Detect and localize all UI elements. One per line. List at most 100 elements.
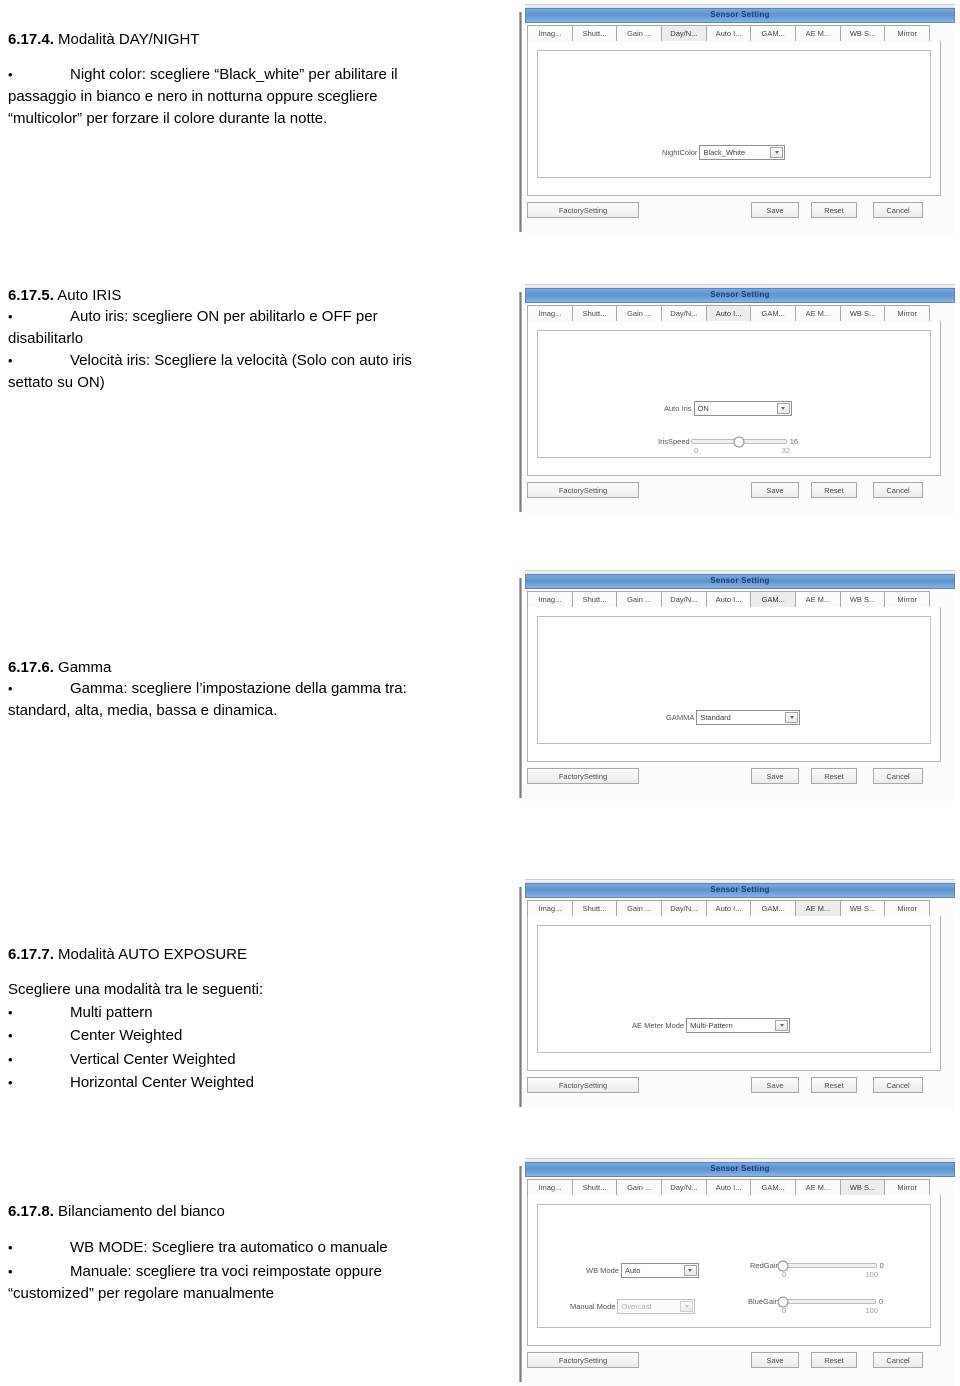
chevron-down-icon[interactable] [680,1301,694,1312]
tab-auto-iris[interactable]: Auto I... [705,305,752,322]
reset-button[interactable]: Reset [811,1352,857,1368]
cancel-button[interactable]: Cancel [873,768,923,784]
tab-auto-iris[interactable]: Auto I... [705,591,752,608]
bullet-icon [8,1260,70,1283]
save-button[interactable]: Save [751,768,799,784]
tab-shutter[interactable]: Shutt... [571,591,618,608]
section-heading: 6.17.4. Modalità DAY/NIGHT [8,30,508,50]
tab-wb-setting[interactable]: WB S... [839,305,886,322]
tab-day-night[interactable]: Day/N... [661,25,707,42]
bullet-icon [8,1024,70,1047]
save-button[interactable]: Save [751,202,799,218]
slider-track[interactable] [777,1296,876,1307]
tab-gain[interactable]: Gain ... [616,900,663,917]
tab-shutter[interactable]: Shutt... [571,900,618,917]
tab-wb-setting[interactable]: WB S... [839,1179,886,1196]
tab-image[interactable]: Imag... [527,305,573,322]
save-button[interactable]: Save [751,482,799,498]
paragraph-line: “customized” per regolare manualmente [8,1284,274,1302]
tab-gamma[interactable]: GAM... [750,25,797,42]
chevron-down-icon[interactable] [775,1020,789,1031]
tab-gain[interactable]: Gain ... [616,1179,663,1196]
tab-gain[interactable]: Gain ... [616,591,663,608]
tab-ae-meter[interactable]: AE M... [795,1179,841,1196]
tab-bar: Imag... Shutt... Gain ... Day/N... Auto … [527,591,931,608]
chevron-down-icon[interactable] [776,403,790,414]
tab-wb-setting[interactable]: WB S... [839,900,886,917]
factory-setting-button[interactable]: FactorySetting [527,768,639,784]
reset-button[interactable]: Reset [811,768,857,784]
tab-gamma[interactable]: GAM... [750,305,797,322]
tab-image[interactable]: Imag... [527,591,573,608]
section-day-night: 6.17.4. Modalità DAY/NIGHT Night color: … [8,30,508,130]
tab-day-night[interactable]: Day/N... [661,591,707,608]
tab-auto-iris[interactable]: Auto I... [705,1179,752,1196]
tab-wb-setting[interactable]: WB S... [839,25,886,42]
tab-mirror[interactable]: Mirror [884,591,931,608]
settings-groupbox: WB Mode Auto Manual Mode Overcast RedGai… [537,1204,931,1328]
tab-gamma[interactable]: GAM... [750,591,797,608]
tab-day-night[interactable]: Day/N... [661,305,707,322]
cancel-button[interactable]: Cancel [873,1352,923,1368]
tab-gamma[interactable]: GAM... [750,1179,797,1196]
cancel-button[interactable]: Cancel [873,202,923,218]
tab-auto-iris[interactable]: Auto I... [705,900,752,917]
tab-shutter[interactable]: Shutt... [571,25,618,42]
cancel-button[interactable]: Cancel [873,482,923,498]
tab-mirror[interactable]: Mirror [884,1179,931,1196]
red-gain-slider: RedGain 0 0 100 [750,1260,910,1279]
reset-button[interactable]: Reset [811,1077,857,1093]
tab-ae-meter[interactable]: AE M... [795,25,841,42]
chevron-down-icon[interactable] [770,147,784,158]
chevron-down-icon[interactable] [785,712,799,723]
ae-meter-mode-combo[interactable]: Multi-Pattern [686,1018,791,1033]
tab-image[interactable]: Imag... [527,900,573,917]
night-color-combo[interactable]: Black_White [699,145,786,160]
gamma-label: GAMMA [666,713,695,722]
gamma-combo[interactable]: Standard [696,710,801,725]
wb-mode-combo[interactable]: Auto [620,1263,699,1278]
section-heading: 6.17.7. Modalità AUTO EXPOSURE [8,945,508,965]
tab-mirror[interactable]: Mirror [884,25,931,42]
factory-setting-button[interactable]: FactorySetting [527,1077,639,1093]
section-title: Auto IRIS [57,287,122,304]
tab-day-night[interactable]: Day/N... [661,1179,707,1196]
dialog-title: Sensor Setting [710,576,770,585]
tab-auto-iris[interactable]: Auto I... [705,25,752,42]
factory-setting-button[interactable]: FactorySetting [527,202,639,218]
save-button[interactable]: Save [751,1352,799,1368]
cancel-button[interactable]: Cancel [873,1077,923,1093]
dialog-titlebar: Sensor Setting [525,574,955,589]
iris-speed-value: 16 [789,437,799,446]
window-edge [519,578,522,798]
dialog-window: Sensor Setting Imag... Shutt... Gain ...… [525,284,955,516]
slider-track[interactable] [690,436,787,447]
factory-setting-button[interactable]: FactorySetting [527,482,639,498]
gamma-field: GAMMA Standard [666,710,801,725]
tab-mirror[interactable]: Mirror [884,305,931,322]
tab-gamma[interactable]: GAM... [750,900,797,917]
tab-gain[interactable]: Gain ... [616,305,663,322]
tab-shutter[interactable]: Shutt... [571,305,618,322]
list-item-label: Horizontal Center Weighted [70,1073,254,1091]
chevron-down-icon[interactable] [683,1265,697,1276]
paragraph-line: standard, alta, media, bassa e dinamica. [8,702,278,719]
tab-ae-meter[interactable]: AE M... [795,305,841,322]
tab-image[interactable]: Imag... [527,1179,573,1196]
tab-gain[interactable]: Gain ... [616,25,663,42]
manual-mode-combo[interactable]: Overcast [617,1299,696,1314]
screenshot-white-balance: Sensor Setting Imag... Shutt... Gain ...… [519,1158,955,1386]
slider-track[interactable] [777,1260,877,1271]
tab-mirror[interactable]: Mirror [884,900,931,917]
reset-button[interactable]: Reset [811,482,857,498]
factory-setting-button[interactable]: FactorySetting [527,1352,639,1368]
save-button[interactable]: Save [751,1077,799,1093]
tab-day-night[interactable]: Day/N... [661,900,707,917]
auto-iris-combo[interactable]: ON [693,401,792,416]
tab-wb-setting[interactable]: WB S... [839,591,886,608]
tab-image[interactable]: Imag... [527,25,573,42]
tab-ae-meter[interactable]: AE M... [795,591,841,608]
reset-button[interactable]: Reset [811,202,857,218]
tab-ae-meter[interactable]: AE M... [795,900,841,917]
tab-shutter[interactable]: Shutt... [571,1179,618,1196]
